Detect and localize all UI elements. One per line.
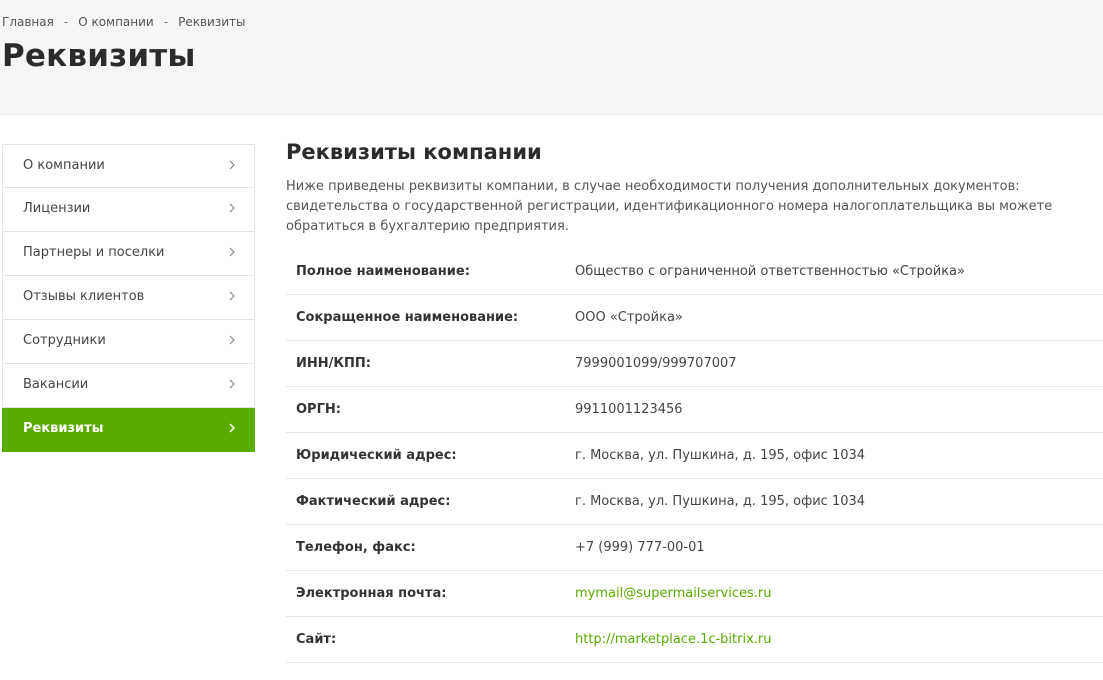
row-value: 7999001099/999707007 [575,340,1103,387]
breadcrumb-item-about[interactable]: О компании [78,15,154,29]
sidebar-item-requisites[interactable]: Реквизиты [2,408,255,452]
chevron-right-icon [229,379,235,389]
table-row: Фактический адрес: г. Москва, ул. Пушкин… [286,478,1103,525]
intro-text: Ниже приведены реквизиты компании, в слу… [286,179,1053,234]
row-value: 9911001123456 [575,386,1103,433]
sidebar-item-about[interactable]: О компании [2,144,255,188]
breadcrumb-item-current: Реквизиты [178,15,246,29]
row-key: Электронная почта: [286,570,575,617]
breadcrumb-separator: - [163,15,169,29]
row-value: г. Москва, ул. Пушкина, д. 195, офис 103… [575,432,1103,479]
chevron-right-icon [229,203,235,213]
email-link[interactable]: mymail@supermailservices.ru [575,586,772,601]
sidebar-item-reviews[interactable]: Отзывы клиентов [2,276,255,320]
table-row: Телефон, факс: +7 (999) 777-00-01 [286,524,1103,571]
row-key: Полное наименование: [286,249,575,295]
breadcrumb: Главная - О компании - Реквизиты [2,15,245,29]
sidebar-item-vacancies[interactable]: Вакансии [2,364,255,408]
row-value: mymail@supermailservices.ru [575,570,1103,617]
row-key: ИНН/КПП: [286,340,575,387]
chevron-right-icon [229,247,235,257]
row-key: ОРГН: [286,386,575,433]
row-value: http://marketplace.1c-bitrix.ru [575,616,1103,663]
sidebar-item-label: О компании [23,158,105,173]
sidebar-item-label: Партнеры и поселки [23,245,165,260]
main-content: Реквизиты компании Ниже приведены реквиз… [286,140,1103,663]
breadcrumb-item-home[interactable]: Главная [2,15,54,29]
table-row: Сайт: http://marketplace.1c-bitrix.ru [286,616,1103,663]
table-row: ИНН/КПП: 7999001099/999707007 [286,340,1103,387]
sidebar-menu: О компании Лицензии Партнеры и поселки О… [2,144,255,452]
table-row: Полное наименование: Общество с ограниче… [286,249,1103,295]
table-row: Электронная почта: mymail@supermailservi… [286,570,1103,617]
chevron-right-icon [229,291,235,301]
row-key: Сокращенное наименование: [286,294,575,341]
chevron-right-icon [229,335,235,345]
page-title: Реквизиты [2,38,196,74]
table-row: Юридический адрес: г. Москва, ул. Пушкин… [286,432,1103,479]
row-value: г. Москва, ул. Пушкина, д. 195, офис 103… [575,478,1103,525]
table-row: ОРГН: 9911001123456 [286,386,1103,433]
row-key: Юридический адрес: [286,432,575,479]
table-row: Сокращенное наименование: ООО «Стройка» [286,294,1103,341]
sidebar-item-staff[interactable]: Сотрудники [2,320,255,364]
row-value: ООО «Стройка» [575,294,1103,341]
page-header: Главная - О компании - Реквизиты Реквизиты [0,0,1103,115]
chevron-right-icon [229,423,235,433]
row-key: Сайт: [286,616,575,663]
sidebar-item-partners[interactable]: Партнеры и поселки [2,232,255,276]
breadcrumb-separator: - [63,15,69,29]
row-value: +7 (999) 777-00-01 [575,524,1103,571]
row-key: Фактический адрес: [286,478,575,525]
sidebar-item-label: Лицензии [23,201,91,216]
sidebar-item-label: Отзывы клиентов [23,289,145,304]
section-title: Реквизиты компании [286,140,542,164]
row-value: Общество с ограниченной ответственностью… [575,249,1103,295]
sidebar-item-label: Вакансии [23,377,89,392]
sidebar-item-label: Реквизиты [23,421,104,436]
sidebar-item-licenses[interactable]: Лицензии [2,188,255,232]
row-key: Телефон, факс: [286,524,575,571]
sidebar-item-label: Сотрудники [23,333,106,348]
requisites-table: Полное наименование: Общество с ограниче… [286,249,1103,663]
website-link[interactable]: http://marketplace.1c-bitrix.ru [575,632,772,647]
chevron-right-icon [229,160,235,170]
